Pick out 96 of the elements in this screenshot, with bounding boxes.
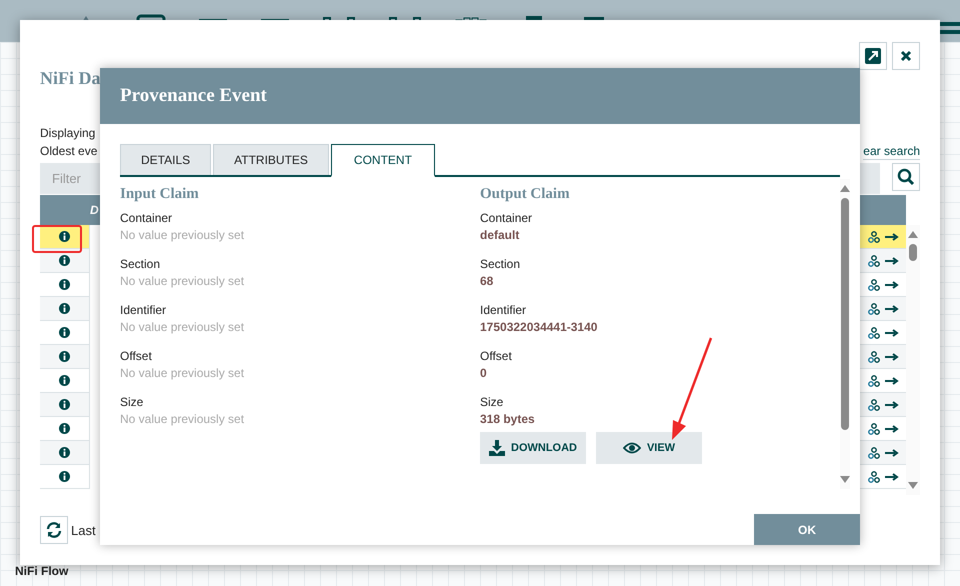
field-label: Identifier xyxy=(480,302,528,319)
circles-icon[interactable] xyxy=(868,302,880,314)
circles-icon[interactable] xyxy=(868,422,880,434)
table-cell[interactable] xyxy=(860,249,906,273)
table-cell[interactable] xyxy=(40,417,90,441)
field-value: No value previously set xyxy=(120,319,246,336)
field-value: 0 xyxy=(480,365,488,382)
arrow-icon[interactable] xyxy=(884,400,898,408)
arrow-icon[interactable] xyxy=(884,328,898,336)
refresh-icon xyxy=(46,522,62,538)
field-label: Container xyxy=(120,210,174,227)
field-label: Offset xyxy=(120,348,153,365)
table-cell[interactable] xyxy=(40,369,90,393)
info-icon[interactable] xyxy=(59,375,70,386)
table-cell[interactable] xyxy=(860,345,906,369)
view-button[interactable]: VIEW xyxy=(596,432,702,464)
refresh-button[interactable] xyxy=(40,516,68,544)
field-value: No value previously set xyxy=(120,365,246,382)
info-icon[interactable] xyxy=(59,447,70,458)
circles-icon[interactable] xyxy=(868,398,880,410)
field-label: Identifier xyxy=(120,302,168,319)
field-label: Offset xyxy=(480,348,513,365)
field-value: default xyxy=(480,227,520,244)
section-heading: Output Claim xyxy=(480,186,571,203)
info-text: Oldest eve xyxy=(40,143,98,160)
info-icon[interactable] xyxy=(59,327,70,338)
arrow-icon[interactable] xyxy=(884,376,898,384)
scrollbar[interactable] xyxy=(840,179,850,489)
circles-icon[interactable] xyxy=(868,326,880,338)
table-cell[interactable] xyxy=(40,321,90,345)
circles-icon[interactable] xyxy=(868,350,880,362)
tab[interactable]: ATTRIBUTES xyxy=(213,144,329,175)
tab[interactable]: DETAILS xyxy=(120,144,212,175)
last-refreshed-label: Last xyxy=(71,522,96,538)
field-value: No value previously set xyxy=(120,227,246,244)
breadcrumb[interactable]: NiFi Flow xyxy=(15,564,68,578)
arrow-icon[interactable] xyxy=(884,352,898,360)
circles-icon[interactable] xyxy=(868,254,880,266)
table-cell[interactable] xyxy=(860,393,906,417)
search-button[interactable] xyxy=(892,163,920,191)
circles-icon[interactable] xyxy=(868,278,880,290)
field-label: Container xyxy=(480,210,534,227)
download-button[interactable]: DOWNLOAD xyxy=(480,432,586,464)
field-value: No value previously set xyxy=(120,273,246,290)
table-cell[interactable] xyxy=(40,345,90,369)
dialog-title: Provenance Event xyxy=(120,85,267,107)
circles-icon[interactable] xyxy=(868,446,880,458)
field-value: 1750322034441-3140 xyxy=(480,319,598,336)
field-value: 68 xyxy=(480,273,494,290)
dialog-title: NiFi Da xyxy=(40,68,100,89)
arrow-icon[interactable] xyxy=(884,280,898,288)
close-button[interactable] xyxy=(892,42,920,70)
info-icon[interactable] xyxy=(59,279,70,290)
table-cell[interactable] xyxy=(40,393,90,417)
info-text: Displaying xyxy=(40,125,96,142)
arrow-icon[interactable] xyxy=(884,256,898,264)
popout-button[interactable] xyxy=(859,42,887,70)
table-cell[interactable] xyxy=(40,441,90,465)
arrow-icon[interactable] xyxy=(884,232,898,240)
info-icon[interactable] xyxy=(59,255,70,266)
field-label: Size xyxy=(480,394,504,411)
info-icon[interactable] xyxy=(59,351,70,362)
info-icon[interactable] xyxy=(59,399,70,410)
table-cell[interactable] xyxy=(40,465,90,489)
tab[interactable]: CONTENT xyxy=(330,144,435,177)
field-value: No value previously set xyxy=(120,411,246,428)
table-cell[interactable] xyxy=(40,297,90,321)
info-icon[interactable] xyxy=(59,231,70,242)
field-label: Size xyxy=(120,394,144,411)
table-cell[interactable] xyxy=(40,273,90,297)
info-icon[interactable] xyxy=(59,303,70,314)
table-cell[interactable] xyxy=(860,225,906,249)
table-cell[interactable] xyxy=(860,297,906,321)
info-icon[interactable] xyxy=(59,471,70,482)
scrollbar[interactable] xyxy=(906,225,920,495)
arrow-icon[interactable] xyxy=(884,304,898,312)
arrow-icon[interactable] xyxy=(884,424,898,432)
arrow-icon[interactable] xyxy=(884,472,898,480)
download-icon xyxy=(489,440,505,456)
popout-icon xyxy=(865,48,881,64)
table-cell[interactable] xyxy=(40,225,90,249)
circles-icon[interactable] xyxy=(868,374,880,386)
table-cell[interactable] xyxy=(860,441,906,465)
section-heading: Input Claim xyxy=(120,186,200,203)
eye-icon xyxy=(622,442,641,454)
arrow-icon[interactable] xyxy=(884,448,898,456)
close-icon xyxy=(900,50,912,62)
circles-icon[interactable] xyxy=(868,470,880,482)
field-label: Section xyxy=(480,256,522,273)
table-cell[interactable] xyxy=(40,249,90,273)
circles-icon[interactable] xyxy=(868,230,880,242)
field-label: Section xyxy=(120,256,162,273)
search-icon xyxy=(897,168,915,186)
field-value: 318 bytes xyxy=(480,411,536,428)
info-icon[interactable] xyxy=(59,423,70,434)
clear-search-link[interactable]: ear search xyxy=(863,143,920,160)
